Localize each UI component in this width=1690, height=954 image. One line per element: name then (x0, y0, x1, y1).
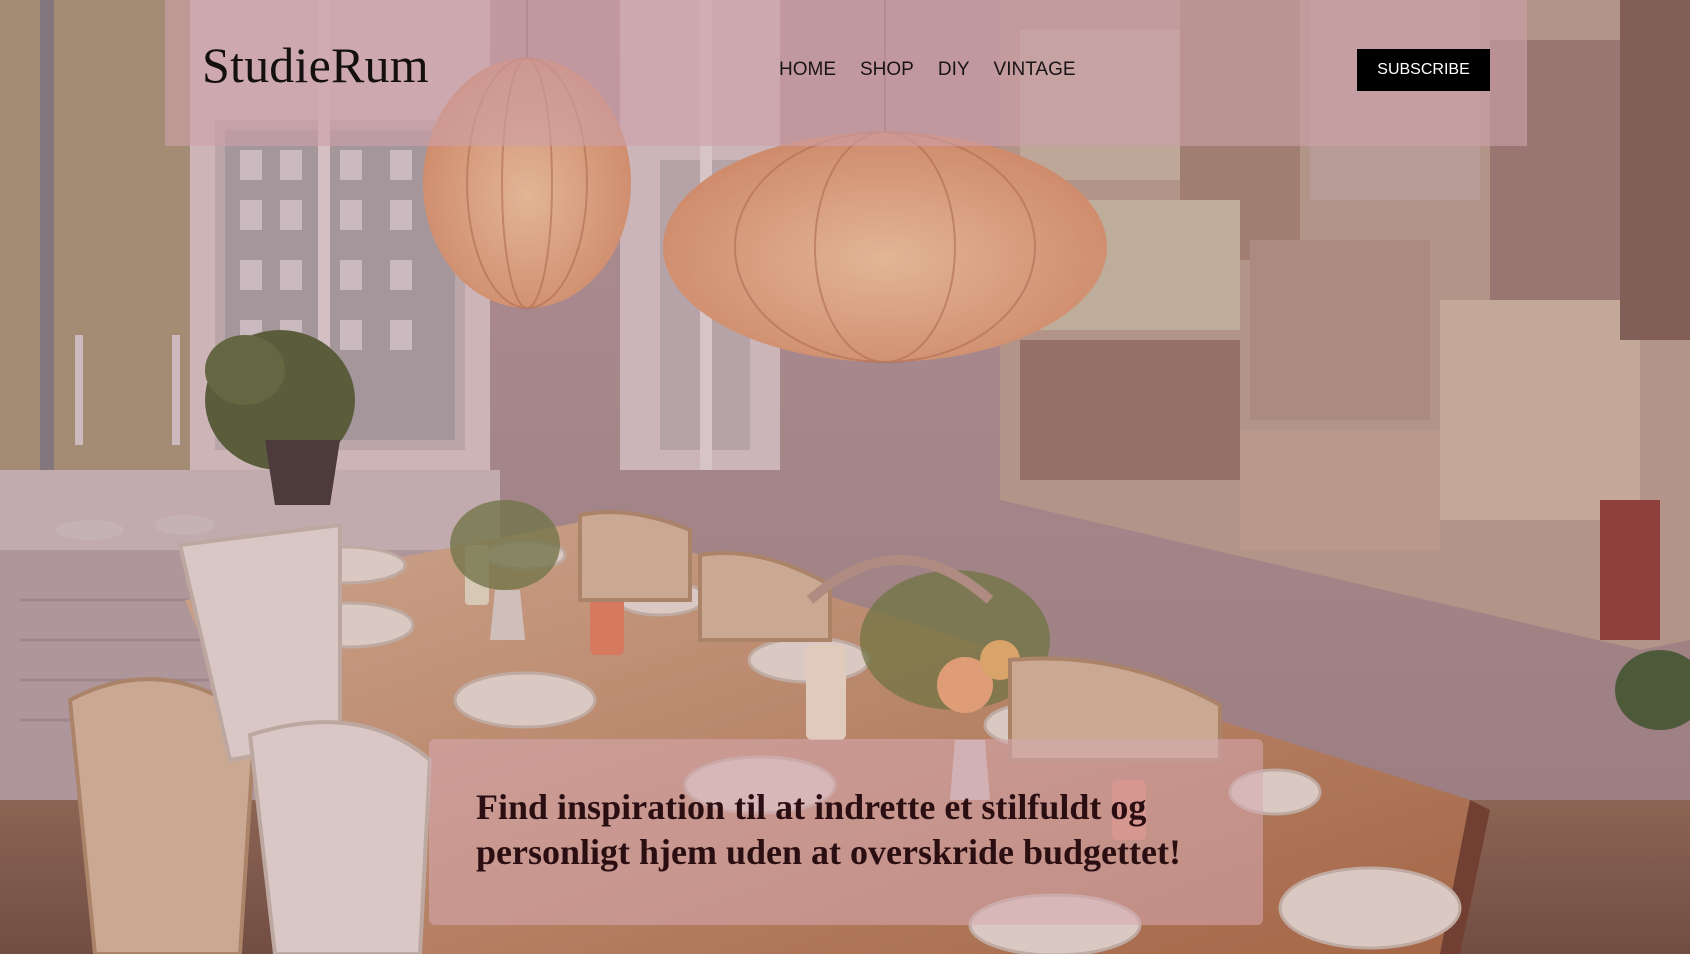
hero-tagline: Find inspiration til at indrette et stil… (476, 787, 1181, 872)
nav-item-diy[interactable]: DIY (926, 56, 982, 84)
subscribe-button[interactable]: SUBSCRIBE (1357, 49, 1490, 91)
nav-item-shop[interactable]: SHOP (848, 56, 926, 84)
main-nav: HOME SHOP DIY VINTAGE (767, 56, 1088, 84)
hero-tagline-card: Find inspiration til at indrette et stil… (429, 739, 1263, 925)
nav-item-home[interactable]: HOME (767, 56, 848, 84)
site-header: StudieRum HOME SHOP DIY VINTAGE SUBSCRIB… (165, 0, 1527, 146)
site-logo[interactable]: StudieRum (202, 36, 429, 94)
nav-item-vintage[interactable]: VINTAGE (982, 56, 1088, 84)
